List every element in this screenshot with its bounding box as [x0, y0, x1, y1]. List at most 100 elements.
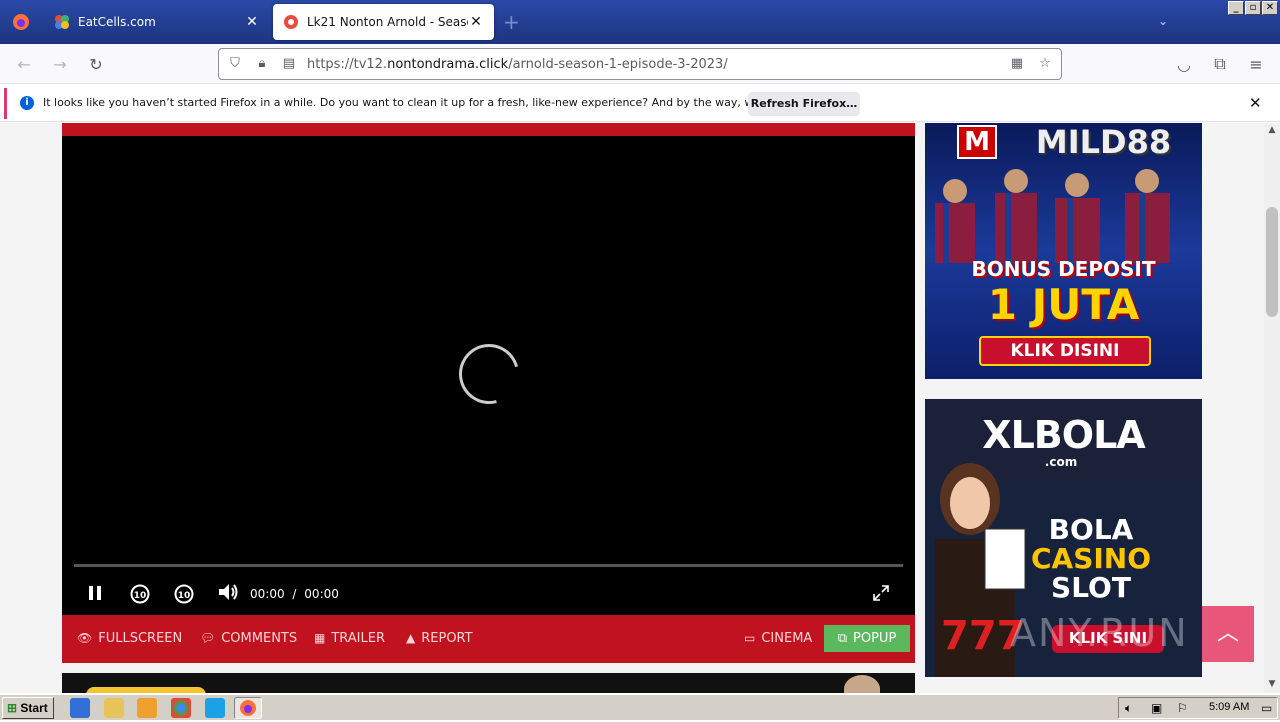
network-tray-icon[interactable]: ▣	[1151, 701, 1162, 715]
navigation-toolbar: ← → ↻ ⛉ 🔒︎ ▤ https://tv12.nontondrama.cl…	[0, 44, 1280, 84]
comments-link[interactable]: 💬︎ COMMENTS	[200, 631, 297, 646]
bookmark-star-icon[interactable]: ☆	[1037, 56, 1053, 72]
system-tray: 🔈︎ ▣ ⚐ 5:09 AM ▭	[1118, 697, 1278, 719]
trailer-link[interactable]: ▦ TRAILER	[314, 631, 385, 646]
new-tab-icon[interactable]: +	[503, 10, 520, 34]
time-display: 00:00 / 00:00	[250, 587, 339, 601]
warning-icon: ▲	[406, 631, 416, 645]
volume-button[interactable]	[217, 583, 239, 605]
fullscreen-link[interactable]: 👁︎ FULLSCREEN	[77, 631, 182, 646]
extensions-icon[interactable]: ⧉	[1208, 52, 1232, 76]
chevron-up-icon: ︿	[1216, 621, 1239, 646]
internet-explorer-icon[interactable]	[70, 698, 90, 718]
tab-lk21[interactable]: Lk21 Nonton Arnold - Season 1 Episode ✕	[273, 4, 494, 40]
edge-icon[interactable]	[205, 698, 225, 718]
scroll-up-arrow-icon[interactable]: ▲	[1264, 125, 1280, 135]
notification-accent	[4, 88, 7, 119]
forward-arrow-icon[interactable]: →	[48, 52, 72, 76]
url-bar[interactable]: ⛉ 🔒︎ ▤ https://tv12.nontondrama.click/ar…	[218, 48, 1062, 80]
close-tab-icon[interactable]: ✕	[244, 14, 260, 30]
eatcells-favicon-icon	[55, 15, 69, 29]
football-players-image	[935, 169, 1170, 263]
eye-icon: 👁︎	[77, 631, 93, 645]
cinema-link[interactable]: ▭ CINEMA	[744, 631, 812, 646]
scroll-to-top-button[interactable]: ︿	[1202, 606, 1254, 662]
film-icon: ▦	[314, 631, 326, 645]
popup-icon: ⧉	[837, 631, 848, 646]
notification-message: It looks like you haven’t started Firefo…	[43, 96, 828, 109]
firefox-icon	[240, 700, 256, 716]
video-player[interactable]: 10 10 00:00 / 00:00	[62, 136, 915, 615]
forward-10-button[interactable]: 10	[173, 582, 195, 608]
url-text[interactable]: https://tv12.nontondrama.click/arnold-se…	[307, 57, 728, 72]
close-window-button[interactable]: ✕	[1262, 1, 1278, 15]
ad1-line2: 1 JUTA	[987, 280, 1140, 329]
pause-button[interactable]	[88, 585, 102, 605]
rewind-10-button[interactable]: 10	[129, 582, 151, 608]
start-label: Start	[20, 701, 48, 715]
list-all-tabs-icon[interactable]: ⌄	[1158, 14, 1168, 28]
current-time: 00:00	[250, 587, 285, 601]
refresh-firefox-button[interactable]: Refresh Firefox…	[748, 92, 860, 116]
fullscreen-label: FULLSCREEN	[98, 631, 183, 646]
loading-spinner-icon	[448, 333, 530, 415]
reload-icon[interactable]: ↻	[84, 52, 108, 76]
pocket-icon[interactable]: ◡	[1172, 52, 1196, 76]
expand-icon	[873, 585, 889, 601]
reader-view-icon[interactable]: ▦	[1009, 56, 1025, 72]
file-explorer-icon[interactable]	[104, 698, 124, 718]
player-action-bar: 👁︎ FULLSCREEN 💬︎ COMMENTS ▦ TRAILER ▲ REPORT…	[62, 615, 915, 663]
player-top-bar	[62, 123, 915, 136]
lock-icon[interactable]: 🔒︎	[254, 56, 270, 72]
close-notification-icon[interactable]: ✕	[1249, 94, 1262, 112]
ad1-cta-button[interactable]: KLIK DISINI	[979, 336, 1151, 366]
forward-icon: 10	[174, 584, 194, 604]
back-arrow-icon[interactable]: ←	[12, 52, 36, 76]
firefox-taskbar-button[interactable]	[234, 697, 262, 719]
popup-button[interactable]: ⧉ POPUP	[824, 625, 910, 652]
popup-label: POPUP	[853, 631, 897, 646]
shield-icon[interactable]: ⛉	[227, 56, 243, 72]
cinema-label: CINEMA	[761, 631, 813, 646]
comments-label: COMMENTS	[221, 631, 298, 646]
fullscreen-toggle[interactable]	[873, 585, 889, 605]
tab-eatcells[interactable]: EatCells.com ✕	[44, 4, 270, 40]
next-section-strip	[62, 673, 915, 693]
ad1-cta: KLIK DISINI	[1010, 341, 1120, 361]
ad-banner-mild88[interactable]: M MILD88 BONUS DEPOSIT 1 JUTA KLIK DISIN…	[925, 123, 1202, 379]
flag-tray-icon[interactable]: ⚐	[1177, 701, 1188, 715]
banner-partial	[86, 687, 206, 693]
thumbnail-partial	[844, 675, 880, 693]
duration: 00:00	[304, 587, 339, 601]
menu-hamburger-icon[interactable]: ≡	[1244, 52, 1268, 76]
volume-tray-icon[interactable]: 🔈︎	[1125, 701, 1132, 716]
scroll-down-arrow-icon[interactable]: ▼	[1264, 679, 1280, 689]
windows-logo-icon: ⊞	[7, 701, 18, 715]
show-desktop-icon[interactable]: ▭	[1261, 701, 1272, 715]
media-player-icon[interactable]	[137, 698, 157, 718]
refresh-notification-bar: i It looks like you haven’t started Fire…	[0, 85, 1280, 122]
clock: 5:09 AM	[1209, 701, 1250, 713]
close-tab-icon[interactable]: ✕	[468, 14, 484, 30]
monitor-icon: ▭	[744, 631, 756, 645]
report-label: REPORT	[421, 631, 473, 646]
volume-icon	[219, 584, 238, 600]
windows-taskbar: ⊞ Start 🔈︎ ▣ ⚐ 5:09 AM ▭	[0, 694, 1280, 720]
restore-window-button[interactable]: ▫	[1245, 1, 1261, 15]
firefox-icon	[13, 14, 29, 30]
report-link[interactable]: ▲ REPORT	[406, 631, 473, 646]
lk21-favicon-icon	[284, 15, 298, 29]
page-scrollbar[interactable]: ▲ ▼	[1264, 123, 1280, 693]
start-button[interactable]: ⊞ Start	[2, 697, 54, 719]
web-page: 10 10 00:00 / 00:00 👁︎ FULLSCREEN 💬︎ COMME…	[0, 123, 1264, 693]
rewind-label: 10	[134, 591, 147, 601]
info-icon: i	[20, 96, 34, 110]
url-host: nontondrama.click	[387, 57, 509, 72]
chrome-icon[interactable]	[171, 698, 191, 718]
video-progress-bar[interactable]	[74, 564, 903, 567]
minimize-window-button[interactable]: _	[1228, 1, 1244, 15]
permissions-icon[interactable]: ▤	[281, 56, 297, 72]
scrollbar-thumb[interactable]	[1266, 207, 1278, 317]
firefox-view-button[interactable]	[0, 0, 42, 44]
pause-icon	[89, 586, 101, 600]
